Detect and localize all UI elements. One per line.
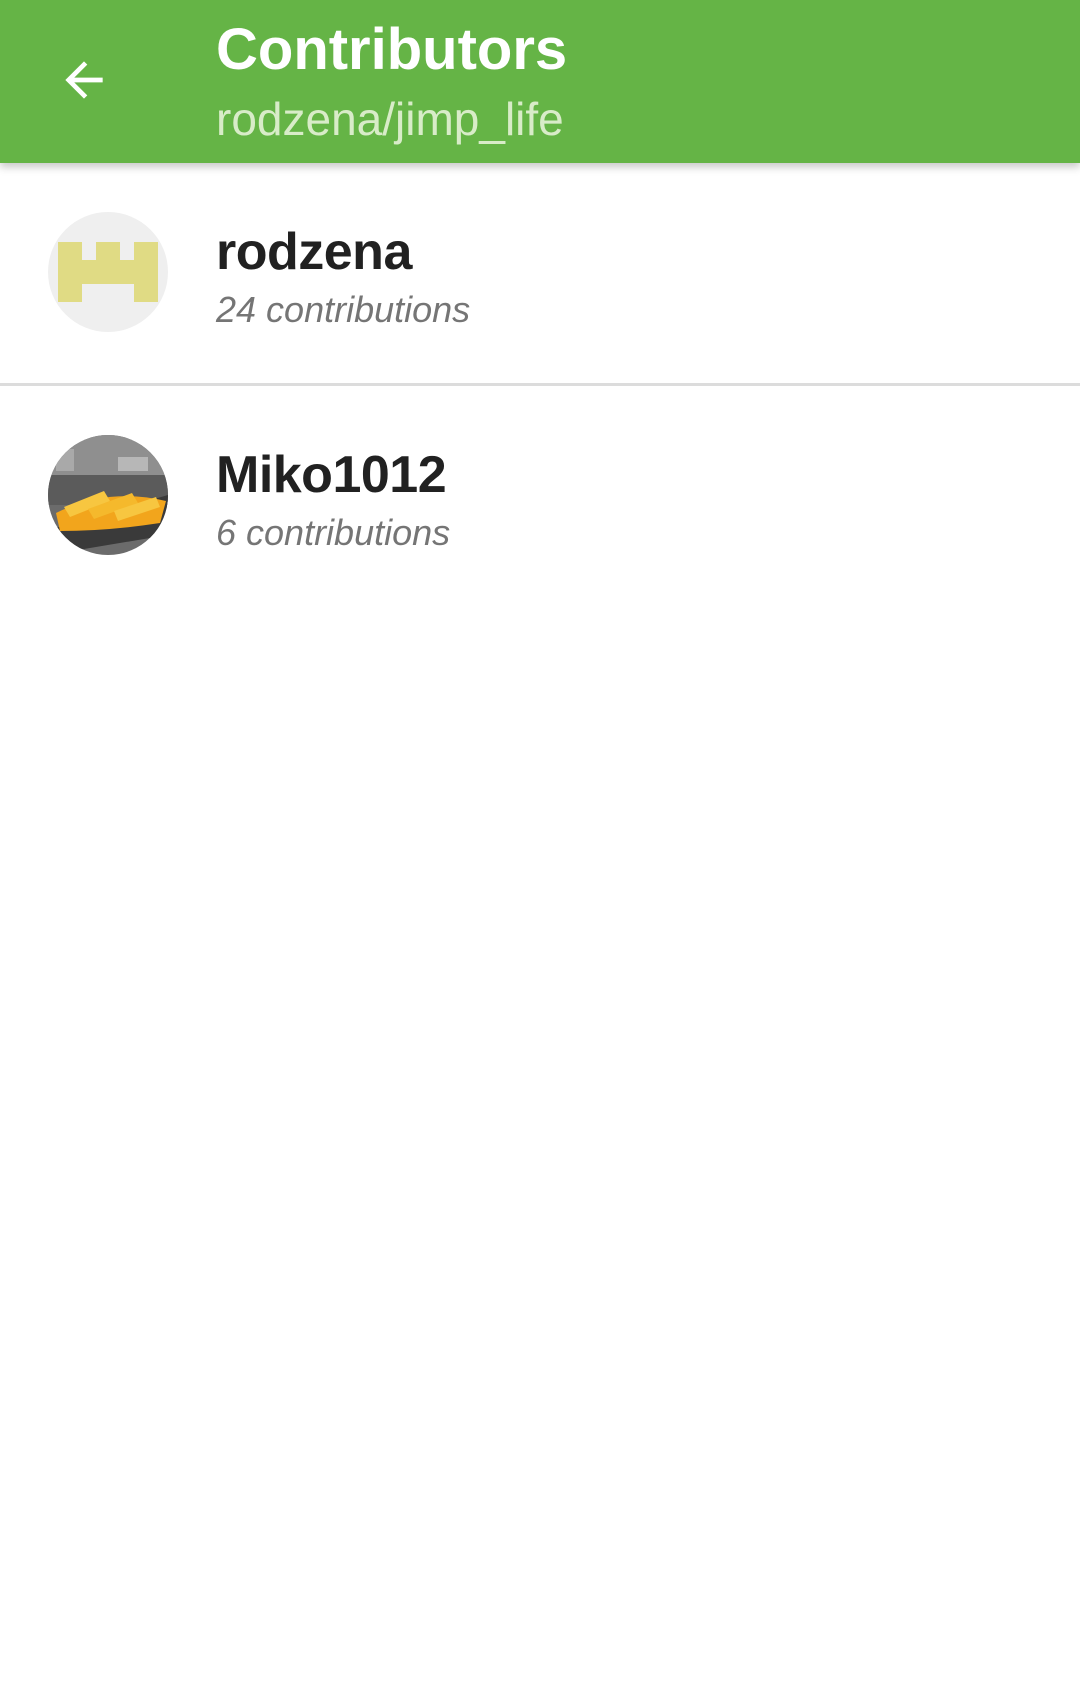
arrow-left-icon (65, 61, 103, 99)
photo-avatar (48, 435, 168, 555)
contributor-name: rodzena (216, 223, 412, 281)
page-subtitle: rodzena/jimp_life (216, 93, 564, 145)
contribution-count: 6 contributions (216, 512, 451, 553)
contributors-list: rodzena 24 contributions Miko1012 6 cont… (0, 163, 1080, 606)
back-button[interactable] (34, 34, 134, 126)
list-item[interactable]: rodzena 24 contributions (0, 163, 1080, 383)
contribution-count: 24 contributions (216, 289, 471, 330)
contributor-name: Miko1012 (216, 446, 447, 504)
page-title: Contributors (216, 17, 568, 82)
app-bar: Contributors rodzena/jimp_life (0, 0, 1080, 163)
identicon-avatar (48, 212, 168, 332)
list-item[interactable]: Miko1012 6 contributions (0, 386, 1080, 606)
